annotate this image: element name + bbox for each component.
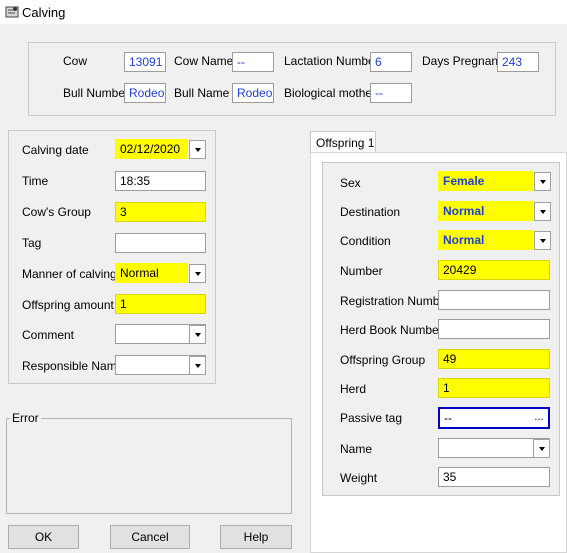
- chevron-down-icon: [194, 332, 201, 337]
- bull-name-field: Rodeo: [232, 83, 274, 103]
- chevron-down-icon: [194, 147, 201, 152]
- sex-dropdown[interactable]: [534, 172, 551, 191]
- destination-label: Destination: [340, 205, 401, 219]
- registration-number-field[interactable]: [438, 290, 550, 310]
- bull-number-label: Bull Number: [63, 86, 130, 100]
- chevron-down-icon: [539, 209, 546, 214]
- number-field[interactable]: 20429: [438, 260, 550, 280]
- days-pregnant-field: 243: [497, 52, 539, 72]
- sex-select[interactable]: Female: [438, 171, 533, 191]
- cow-name-label: Cow Name: [174, 54, 234, 68]
- tag-label: Tag: [22, 236, 42, 250]
- name-dropdown[interactable]: [533, 439, 550, 458]
- offspring-group-label: Offspring Group: [340, 353, 426, 367]
- offspring-amount-field[interactable]: 1: [115, 294, 206, 314]
- condition-select[interactable]: Normal: [438, 230, 533, 250]
- cancel-button[interactable]: Cancel: [110, 525, 190, 549]
- calving-date-field[interactable]: 02/12/2020: [115, 139, 188, 159]
- herd-label: Herd: [340, 382, 367, 396]
- condition-dropdown[interactable]: [534, 231, 551, 250]
- bull-number-field: Rodeo: [124, 83, 166, 103]
- window-title: Calving: [22, 5, 66, 20]
- manner-of-calving-select[interactable]: Normal: [115, 263, 188, 283]
- herd-book-number-label: Herd Book Number: [340, 323, 443, 337]
- error-group: [6, 418, 292, 514]
- tab-offspring-1-label: Offspring 1: [316, 136, 375, 150]
- calving-date-label: Calving date: [22, 143, 89, 157]
- passive-tag-label: Passive tag: [340, 411, 403, 425]
- cow-field: 13091: [124, 52, 166, 72]
- herd-book-number-field[interactable]: [438, 319, 550, 339]
- registration-number-label: Registration Number: [340, 294, 451, 308]
- title-bar: Calving: [0, 0, 567, 24]
- lactation-number-label: Lactation Number: [284, 54, 379, 68]
- tag-field[interactable]: [115, 233, 206, 253]
- bull-name-label: Bull Name: [174, 86, 230, 100]
- time-label: Time: [22, 174, 49, 188]
- error-legend: Error: [10, 411, 41, 425]
- comment-dropdown[interactable]: [189, 325, 206, 344]
- sex-label: Sex: [340, 176, 361, 190]
- passive-tag-browse-button[interactable]: ...: [531, 410, 547, 426]
- cows-group-field[interactable]: 3: [115, 202, 206, 222]
- time-field[interactable]: 18:35: [115, 171, 206, 191]
- name-label: Name: [340, 442, 373, 456]
- manner-of-calving-label: Manner of calving: [22, 267, 117, 281]
- cows-group-label: Cow's Group: [22, 205, 91, 219]
- destination-dropdown[interactable]: [534, 202, 551, 221]
- responsible-name-dropdown[interactable]: [189, 356, 206, 375]
- responsible-name-label: Responsible Name: [22, 359, 124, 373]
- chevron-down-icon: [194, 271, 201, 276]
- days-pregnant-label: Days Pregnant: [422, 54, 502, 68]
- weight-field[interactable]: 35: [438, 467, 550, 487]
- weight-label: Weight: [340, 471, 378, 485]
- lactation-number-field: 6: [370, 52, 412, 72]
- number-label: Number: [340, 264, 383, 278]
- biological-mother-label: Biological mother: [284, 86, 377, 100]
- help-button[interactable]: Help: [220, 525, 292, 549]
- offspring-group-field[interactable]: 49: [438, 349, 550, 369]
- chevron-down-icon: [194, 363, 201, 368]
- ok-button[interactable]: OK: [8, 525, 79, 549]
- chevron-down-icon: [538, 446, 545, 451]
- calving-panel: [8, 130, 216, 384]
- chevron-down-icon: [539, 179, 546, 184]
- offspring-amount-label: Offspring amount: [22, 298, 114, 312]
- cow-label: Cow: [63, 54, 88, 68]
- destination-select[interactable]: Normal: [438, 201, 533, 221]
- chevron-down-icon: [539, 238, 546, 243]
- manner-of-calving-dropdown[interactable]: [189, 264, 206, 283]
- condition-label: Condition: [340, 234, 391, 248]
- cow-name-field: --: [232, 52, 274, 72]
- calving-date-dropdown[interactable]: [189, 140, 206, 159]
- calving-app-icon: [5, 6, 19, 18]
- comment-label: Comment: [22, 328, 75, 342]
- biological-mother-field: --: [370, 83, 412, 103]
- herd-field[interactable]: 1: [438, 378, 550, 398]
